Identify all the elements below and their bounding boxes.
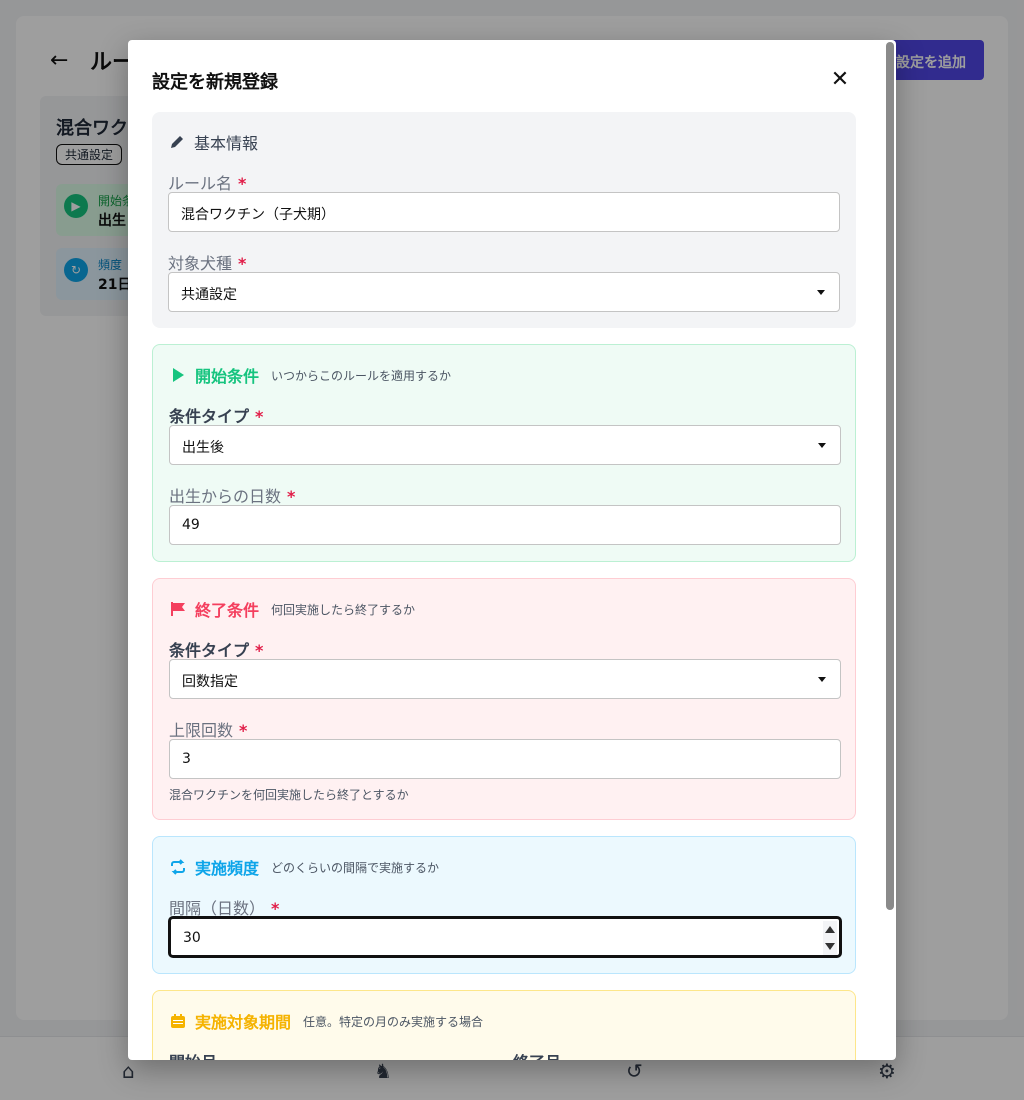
start-condition-title: 開始条件 xyxy=(195,367,260,386)
flag-icon xyxy=(169,600,187,618)
start-type-select[interactable]: 出生後 xyxy=(169,425,841,465)
interval-value: 30 xyxy=(183,930,201,946)
basic-info-section: 基本情報 ルール名 * 混合ワクチン（子犬期） 対象犬種 * 共通設定 xyxy=(152,112,856,328)
breed-select[interactable]: 共通設定 xyxy=(168,272,840,312)
play-icon xyxy=(169,366,187,384)
limit-count-input[interactable]: 3 xyxy=(169,739,841,779)
frequency-desc: どのくらいの間隔で実施するか xyxy=(271,860,440,875)
end-type-select[interactable]: 回数指定 xyxy=(169,659,841,699)
end-condition-desc: 何回実施したら終了するか xyxy=(271,602,416,617)
limit-count-label: 上限回数 * xyxy=(169,721,248,740)
caret-down-icon xyxy=(818,443,826,448)
dialog-title: 設定を新規登録 xyxy=(152,72,278,93)
start-condition-section: 開始条件 いつからこのルールを適用するか 条件タイプ * 出生後 出生からの日数 *… xyxy=(152,344,856,562)
rule-name-label: ルール名 * xyxy=(168,174,247,193)
frequency-title: 実施頻度 xyxy=(195,859,260,878)
rule-name-input[interactable]: 混合ワクチン（子犬期） xyxy=(168,192,840,232)
basic-info-title: 基本情報 xyxy=(194,134,259,153)
caret-down-icon xyxy=(818,677,826,682)
breed-label: 対象犬種 * xyxy=(168,254,247,273)
frequency-header: 実施頻度 どのくらいの間隔で実施するか xyxy=(169,855,439,879)
caret-down-icon xyxy=(817,290,825,295)
spinner-down-icon[interactable] xyxy=(825,943,835,950)
start-condition-header: 開始条件 いつからこのルールを適用するか xyxy=(169,363,451,387)
start-type-value: 出生後 xyxy=(182,440,224,456)
frequency-section: 実施頻度 どのくらいの間隔で実施するか 間隔（日数） * 30 xyxy=(152,836,856,974)
end-condition-section: 終了条件 何回実施したら終了するか 条件タイプ * 回数指定 上限回数 * 3 混合… xyxy=(152,578,856,820)
new-setting-dialog: 設定を新規登録 ✕ 基本情報 ルール名 * 混合ワクチン（子犬期） 対象犬種 * 共… xyxy=(128,40,896,1060)
basic-info-header: 基本情報 xyxy=(168,130,270,154)
period-header: 実施対象期間 任意。特定の月のみ実施する場合 xyxy=(169,1009,483,1033)
start-type-label: 条件タイプ * xyxy=(169,407,264,426)
pencil-icon xyxy=(168,133,186,151)
end-type-label: 条件タイプ * xyxy=(169,641,264,660)
period-section: 実施対象期間 任意。特定の月のみ実施する場合 開始月 終了月 xyxy=(152,990,856,1060)
repeat-icon xyxy=(169,858,187,876)
breed-select-value: 共通設定 xyxy=(181,287,237,303)
interval-label: 間隔（日数） * xyxy=(169,899,280,918)
interval-input[interactable]: 30 xyxy=(169,917,841,957)
end-condition-header: 終了条件 何回実施したら終了するか xyxy=(169,597,415,621)
period-desc: 任意。特定の月のみ実施する場合 xyxy=(303,1014,484,1029)
period-title: 実施対象期間 xyxy=(195,1013,292,1032)
close-icon[interactable]: ✕ xyxy=(828,68,852,92)
dialog-scrollbar[interactable] xyxy=(886,42,894,910)
days-from-birth-label: 出生からの日数 * xyxy=(169,487,296,506)
spinner-up-icon[interactable] xyxy=(825,926,835,933)
number-spinner[interactable] xyxy=(823,921,837,955)
end-condition-title: 終了条件 xyxy=(195,601,260,620)
end-type-value: 回数指定 xyxy=(182,674,238,690)
calendar-icon xyxy=(169,1012,187,1030)
days-from-birth-input[interactable]: 49 xyxy=(169,505,841,545)
start-condition-desc: いつからこのルールを適用するか xyxy=(271,368,452,383)
end-month-label: 終了月 xyxy=(513,1049,561,1060)
limit-count-helper: 混合ワクチンを何回実施したら終了とするか xyxy=(169,788,409,802)
start-month-label: 開始月 xyxy=(169,1049,217,1060)
